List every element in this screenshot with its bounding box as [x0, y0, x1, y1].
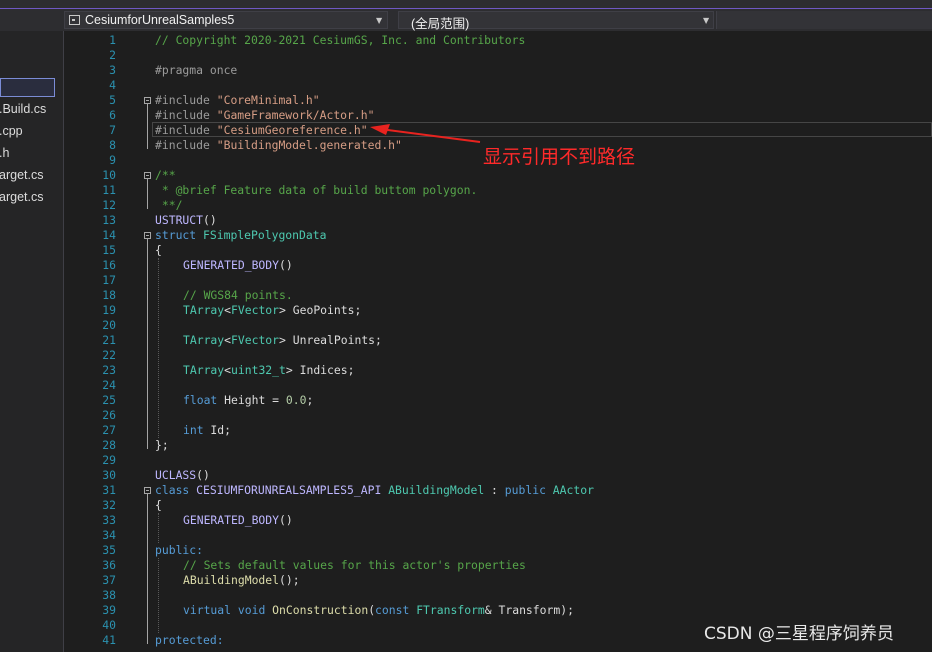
annotation-note: 显示引用不到路径	[483, 146, 636, 168]
arrow-head	[370, 124, 390, 135]
annotation-arrow	[370, 124, 481, 143]
watermark: CSDN @三星程序饲养员	[704, 624, 894, 644]
arrow-shaft	[379, 128, 481, 143]
